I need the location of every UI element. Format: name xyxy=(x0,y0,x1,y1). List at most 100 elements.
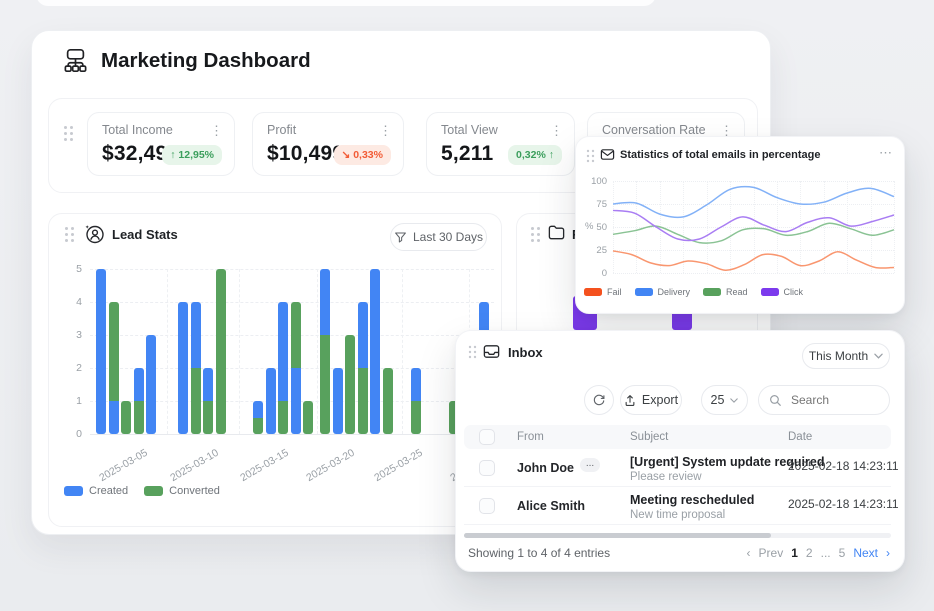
last-30-days-filter-button[interactable]: Last 30 Days xyxy=(390,223,487,251)
bar-segment-converted xyxy=(345,335,355,434)
search-box[interactable] xyxy=(758,385,890,415)
pagination-item[interactable]: 5 xyxy=(839,546,846,560)
scrollbar-thumb[interactable] xyxy=(464,533,771,538)
pagination-item[interactable]: 1 xyxy=(791,546,798,560)
period-dropdown[interactable]: This Month xyxy=(802,343,890,369)
stat-card-profit: Profit ⋮ $10,499 ↘ 0,33% xyxy=(252,112,404,176)
row-from: John Doe xyxy=(517,461,574,475)
bar-segment-created xyxy=(253,401,263,418)
x-tick-label: 2025-03-15 xyxy=(238,447,291,484)
period-value: This Month xyxy=(809,349,868,363)
row-divider xyxy=(464,524,891,525)
column-header-date: Date xyxy=(788,431,812,443)
email-stats-chart: 1007550250 xyxy=(613,181,894,273)
pagination-item[interactable]: Next xyxy=(853,546,878,560)
refresh-button[interactable] xyxy=(584,385,614,415)
bar-segment-created xyxy=(203,368,213,401)
inbox-card: Inbox This Month Export xyxy=(455,330,905,572)
bar-segment-created xyxy=(358,302,368,368)
column-header-from: From xyxy=(517,431,544,443)
pagination-item[interactable]: ‹ xyxy=(747,546,751,560)
legend-item-converted: Converted xyxy=(144,485,220,497)
drag-handle-icon[interactable] xyxy=(64,226,75,243)
bar-segment-created xyxy=(370,269,380,434)
row-preview: Please review xyxy=(630,471,702,483)
bar-segment-converted xyxy=(278,401,288,434)
stat-trend-badge: 0,32% ↑ xyxy=(508,145,562,165)
bar-segment-created xyxy=(333,368,343,434)
x-axis-line xyxy=(90,434,494,435)
lead-stats-chart: 0123452025-03-052025-03-102025-03-152025… xyxy=(90,269,494,434)
bar-segment-converted xyxy=(121,401,131,434)
row-subject: Meeting rescheduled xyxy=(630,493,754,507)
bar-segment-created xyxy=(96,269,106,434)
table-row[interactable]: Alice Smith Meeting rescheduled New time… xyxy=(456,487,906,525)
refresh-icon xyxy=(592,393,606,407)
bar-segment-created xyxy=(320,269,330,335)
y-tick-label: 5 xyxy=(62,263,82,275)
bar-segment-converted xyxy=(411,401,421,434)
y-tick-label: 0 xyxy=(62,428,82,440)
drag-handle-icon[interactable] xyxy=(63,125,74,142)
select-all-checkbox[interactable] xyxy=(479,429,495,445)
kebab-menu-icon[interactable]: ⋮ xyxy=(379,124,392,137)
pagination-item[interactable]: Prev xyxy=(759,546,784,560)
card-menu-icon[interactable]: ⋯ xyxy=(879,145,892,161)
bar-segment-created xyxy=(191,302,201,368)
page-size-value: 25 xyxy=(711,393,725,407)
search-input[interactable] xyxy=(789,392,878,408)
lead-stats-card: Lead Stats Last 30 Days 0123452025-03-05… xyxy=(48,213,502,527)
x-tick-label: 2025-03-10 xyxy=(168,447,221,484)
drag-handle-icon[interactable] xyxy=(530,226,541,243)
y-tick-label: 75 xyxy=(583,199,607,210)
y-tick-label: 3 xyxy=(62,329,82,341)
legend-label: Delivery xyxy=(658,287,691,297)
lead-stats-title: Lead Stats xyxy=(112,227,178,242)
page-title: Marketing Dashboard xyxy=(101,49,311,73)
row-checkbox[interactable] xyxy=(479,498,495,514)
stat-card-total-view: Total View ⋮ 5,211 0,32% ↑ xyxy=(426,112,575,176)
legend-chip xyxy=(761,288,779,296)
chevron-down-icon xyxy=(874,353,883,359)
drag-handle-icon[interactable] xyxy=(468,345,477,359)
row-menu-button[interactable]: ... xyxy=(580,458,600,472)
legend-label: Fail xyxy=(607,287,622,297)
email-stats-card: Statistics of total emails in percentage… xyxy=(575,136,905,314)
stat-card-total-income: Total Income ⋮ $32,499 ↑ 12,95% xyxy=(87,112,235,176)
export-button[interactable]: Export xyxy=(620,385,682,415)
bar-segment-converted xyxy=(109,302,119,401)
bar-segment-converted xyxy=(383,368,393,434)
envelope-icon xyxy=(600,147,615,162)
stat-trend-badge: ↘ 0,33% xyxy=(334,145,392,165)
drag-handle-icon[interactable] xyxy=(586,149,595,163)
pagination-item[interactable]: › xyxy=(886,546,890,560)
bar-segment-converted xyxy=(291,302,301,368)
legend-item-click: Click xyxy=(761,287,804,297)
bar-segment-created xyxy=(178,302,188,434)
line-fail xyxy=(613,251,894,270)
bar-segment-created xyxy=(109,401,119,434)
page-size-dropdown[interactable]: 25 xyxy=(701,385,748,415)
pagination-item[interactable]: ... xyxy=(821,546,831,560)
table-row[interactable]: John Doe ... [Urgent] System update requ… xyxy=(456,449,906,487)
row-checkbox[interactable] xyxy=(479,460,495,476)
bar-segment-created xyxy=(291,368,301,434)
kebab-menu-icon[interactable]: ⋮ xyxy=(210,124,223,137)
legend-chip xyxy=(635,288,653,296)
export-upload-icon xyxy=(624,394,636,407)
legend-item-created: Created xyxy=(64,485,128,497)
email-legend: FailDeliveryReadClick xyxy=(584,287,803,297)
export-label: Export xyxy=(642,393,678,407)
legend-label: Converted xyxy=(169,485,220,497)
filter-label: Last 30 Days xyxy=(413,230,483,244)
kebab-menu-icon[interactable]: ⋮ xyxy=(550,124,563,137)
y-tick-label: 4 xyxy=(62,296,82,308)
pagination-item[interactable]: 2 xyxy=(806,546,813,560)
stat-label: Profit xyxy=(267,123,296,137)
bar-segment-converted xyxy=(216,269,226,434)
x-tick-label: 2025-03-05 xyxy=(97,447,150,484)
bar-segment-created xyxy=(134,368,144,401)
legend-chip-created xyxy=(64,486,83,496)
bar-segment-converted xyxy=(134,401,144,434)
y-tick-label: 1 xyxy=(62,395,82,407)
